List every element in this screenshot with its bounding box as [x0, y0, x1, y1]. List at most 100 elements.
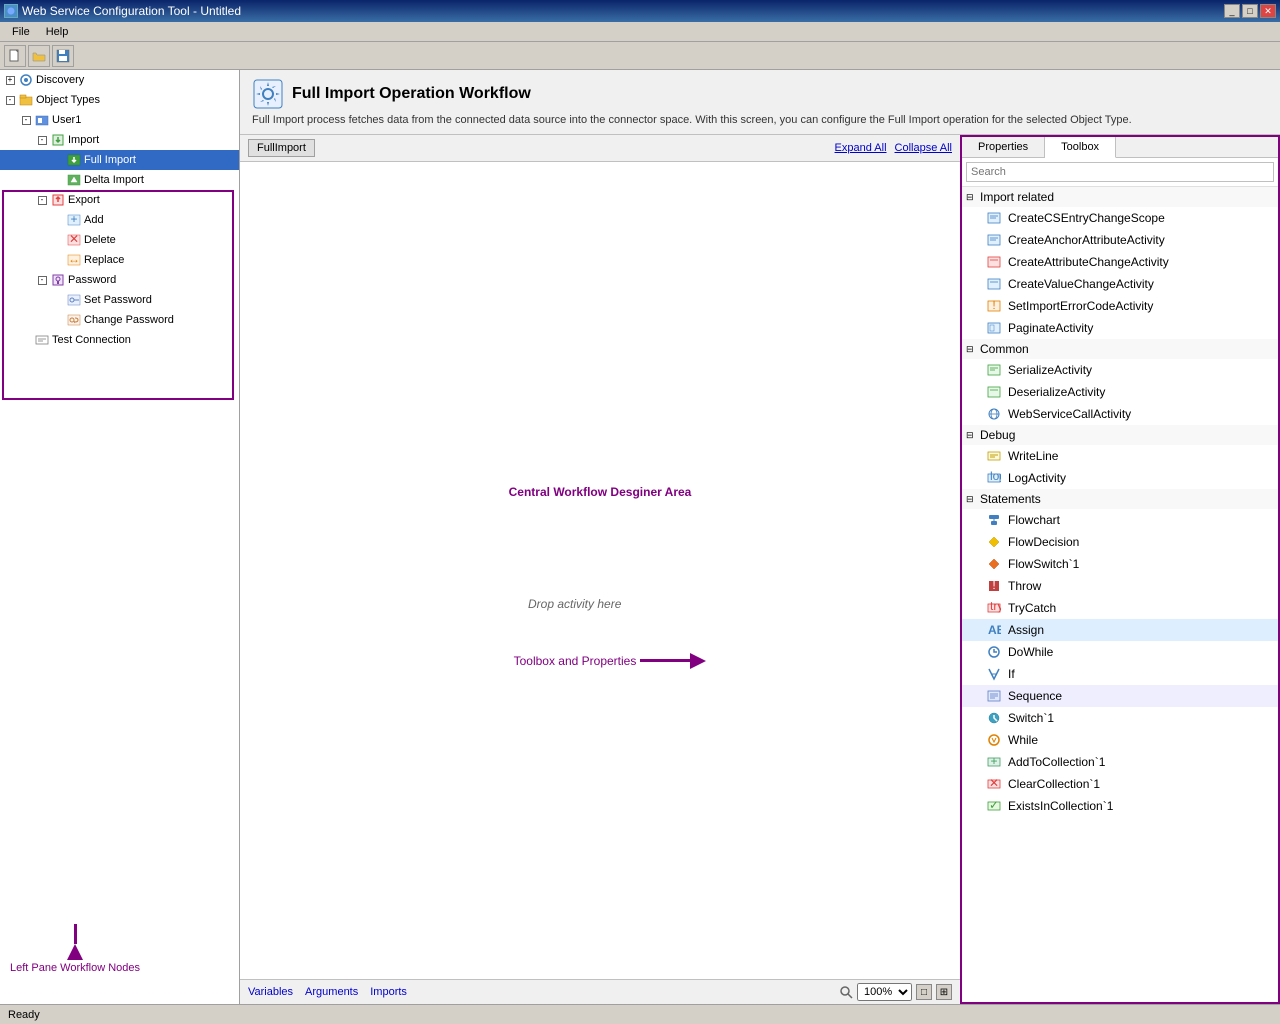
delta-import-label: Delta Import	[84, 174, 144, 186]
toolbox-item-createattribute[interactable]: CreateAttributeChangeActivity	[962, 251, 1278, 273]
toolbox-group-common: ⊟ Common SerializeActivity	[962, 339, 1278, 425]
toolbox-item-writeline[interactable]: WriteLine	[962, 445, 1278, 467]
flowchart-icon	[986, 512, 1002, 528]
change-password-label: Change Password	[84, 314, 174, 326]
toolbox-item-switch[interactable]: Switch`1	[962, 707, 1278, 729]
toolbox-item-logactivity[interactable]: log LogActivity	[962, 467, 1278, 489]
add-icon: +	[66, 212, 82, 228]
sidebar-item-set-password[interactable]: Set Password	[0, 290, 239, 310]
test-connection-icon	[34, 332, 50, 348]
expand-user1[interactable]: -	[18, 112, 34, 128]
toolbox-search-input[interactable]	[966, 162, 1274, 182]
right-area: Full Import Operation Workflow Full Impo…	[240, 70, 1280, 1004]
sidebar-item-discovery[interactable]: + Discovery	[0, 70, 239, 90]
paginate-icon	[986, 320, 1002, 336]
toolbox-item-sequence[interactable]: Sequence	[962, 685, 1278, 707]
expand-object-types[interactable]: -	[2, 92, 18, 108]
toolbox-item-clearcollection[interactable]: ✕ ClearCollection`1	[962, 773, 1278, 795]
sidebar-item-add[interactable]: + Add	[0, 210, 239, 230]
main-container: + Discovery - Object Types -	[0, 70, 1280, 1004]
menu-help[interactable]: Help	[38, 24, 77, 40]
variables-tab[interactable]: Variables	[248, 986, 293, 998]
toolbox-group-header-debug[interactable]: ⊟ Debug	[962, 425, 1278, 445]
save-button[interactable]	[52, 45, 74, 67]
tab-toolbox[interactable]: Toolbox	[1045, 137, 1116, 158]
svg-text:!: !	[992, 579, 995, 592]
sidebar-item-delta-import[interactable]: Delta Import	[0, 170, 239, 190]
toolbox-item-assign[interactable]: AB Assign	[962, 619, 1278, 641]
sidebar-item-test-connection[interactable]: Test Connection	[0, 330, 239, 350]
toolbox-item-createvalue[interactable]: CreateValueChangeActivity	[962, 273, 1278, 295]
createvalue-icon	[986, 276, 1002, 292]
expand-discovery[interactable]: +	[2, 72, 18, 88]
toolbox-item-setimporterror[interactable]: ! SetImportErrorCodeActivity	[962, 295, 1278, 317]
expand-all-button[interactable]: Expand All	[835, 142, 887, 154]
zoom-actual-button[interactable]: ⊞	[936, 984, 952, 1000]
sidebar-item-delete[interactable]: ✕ Delete	[0, 230, 239, 250]
expand-import[interactable]: -	[34, 132, 50, 148]
expand-password[interactable]: -	[34, 272, 50, 288]
zoom-fit-button[interactable]: □	[916, 984, 932, 1000]
toolbox-list: ⊟ Import related CreateCSEntryChangeScop…	[962, 187, 1278, 1002]
toolbox-group-header-statements[interactable]: ⊟ Statements	[962, 489, 1278, 509]
designer-bottom: Variables Arguments Imports 100% 75% 50%…	[240, 979, 960, 1004]
sidebar-item-export[interactable]: - Export	[0, 190, 239, 210]
toolbox-group-header-common[interactable]: ⊟ Common	[962, 339, 1278, 359]
toolbox-item-flowchart[interactable]: Flowchart	[962, 509, 1278, 531]
expand-change-password	[50, 312, 66, 328]
arguments-tab[interactable]: Arguments	[305, 986, 358, 998]
deserialize-icon	[986, 384, 1002, 400]
workflow-header: Full Import Operation Workflow Full Impo…	[240, 70, 1280, 135]
minimize-button[interactable]: _	[1224, 4, 1240, 18]
menu-bar: File Help	[0, 22, 1280, 42]
toolbox-item-addtocollection[interactable]: + AddToCollection`1	[962, 751, 1278, 773]
designer-canvas[interactable]: Central Workflow Desginer Area Drop acti…	[240, 162, 960, 979]
open-button[interactable]	[28, 45, 50, 67]
workflow-content: FullImport Expand All Collapse All Centr…	[240, 135, 1280, 1004]
toolbox-item-webservice[interactable]: WebServiceCallActivity	[962, 403, 1278, 425]
object-types-label: Object Types	[36, 94, 100, 106]
imports-tab[interactable]: Imports	[370, 986, 407, 998]
toolbox-item-dowhile[interactable]: DoWhile	[962, 641, 1278, 663]
sidebar-item-object-types[interactable]: - Object Types	[0, 90, 239, 110]
app-icon	[4, 4, 18, 18]
logactivity-icon: log	[986, 470, 1002, 486]
toolbox-group-header-import-related[interactable]: ⊟ Import related	[962, 187, 1278, 207]
collapse-all-button[interactable]: Collapse All	[895, 142, 952, 154]
maximize-button[interactable]: □	[1242, 4, 1258, 18]
workflow-description: Full Import process fetches data from th…	[252, 114, 1268, 126]
expand-export[interactable]: -	[34, 192, 50, 208]
toolbox-item-flowswitch[interactable]: FlowSwitch`1	[962, 553, 1278, 575]
sidebar-item-replace[interactable]: ↔ Replace	[0, 250, 239, 270]
designer-tab-fullimport[interactable]: FullImport	[248, 139, 315, 157]
toolbox-item-serialize[interactable]: SerializeActivity	[962, 359, 1278, 381]
toolbox-item-if[interactable]: If	[962, 663, 1278, 685]
sidebar-item-user1[interactable]: - User1	[0, 110, 239, 130]
svg-text:try: try	[990, 601, 1001, 613]
toolbox-item-paginate[interactable]: PaginateActivity	[962, 317, 1278, 339]
tab-properties[interactable]: Properties	[962, 137, 1045, 157]
toolbox-item-flowdecision[interactable]: FlowDecision	[962, 531, 1278, 553]
replace-label: Replace	[84, 254, 124, 266]
svg-text:+: +	[990, 755, 997, 768]
sidebar-item-import[interactable]: - Import	[0, 130, 239, 150]
collapse-statements-icon: ⊟	[966, 494, 976, 505]
toolbox-item-existsincollection[interactable]: ✓ ExistsInCollection`1	[962, 795, 1278, 817]
menu-file[interactable]: File	[4, 24, 38, 40]
workflow-title: Full Import Operation Workflow	[292, 85, 531, 103]
object-types-icon	[18, 92, 34, 108]
sidebar-item-full-import[interactable]: Full Import	[0, 150, 239, 170]
toolbox-item-throw[interactable]: ! Throw	[962, 575, 1278, 597]
user1-icon	[34, 112, 50, 128]
toolbox-item-createcsentry[interactable]: CreateCSEntryChangeScope	[962, 207, 1278, 229]
new-button[interactable]	[4, 45, 26, 67]
toolbox-item-deserialize[interactable]: DeserializeActivity	[962, 381, 1278, 403]
toolbox-item-trycatch[interactable]: try TryCatch	[962, 597, 1278, 619]
status-bar: Ready	[0, 1004, 1280, 1024]
toolbox-item-createanchor[interactable]: CreateAnchorAttributeActivity	[962, 229, 1278, 251]
toolbox-item-while[interactable]: While	[962, 729, 1278, 751]
sidebar-item-password[interactable]: - Password	[0, 270, 239, 290]
zoom-select[interactable]: 100% 75% 50% 150%	[857, 983, 912, 1001]
sidebar-item-change-password[interactable]: Change Password	[0, 310, 239, 330]
close-button[interactable]: ✕	[1260, 4, 1276, 18]
